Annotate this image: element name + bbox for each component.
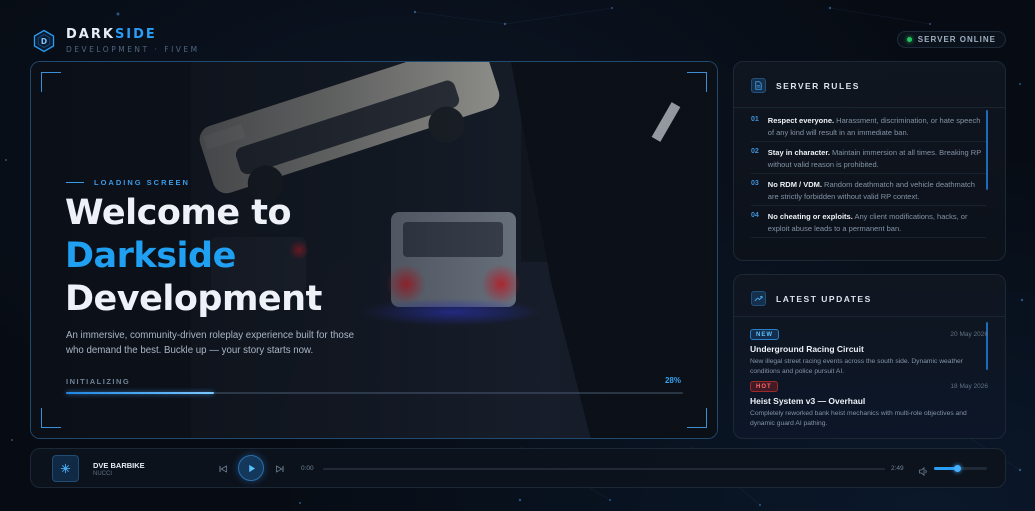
- loading-progress-fill: [66, 392, 215, 394]
- rule-item: 03 No RDM / VDM. Random deathmatch and v…: [751, 180, 975, 201]
- hero-description: An immersive, community-driven roleplay …: [66, 330, 355, 356]
- corner-bracket: [687, 72, 707, 92]
- brand-subtitle: DEVELOPMENT · FIVEM: [66, 45, 200, 54]
- brand-name: DARKSIDE: [66, 27, 157, 42]
- corner-bracket: [41, 408, 61, 428]
- logo-hexagon-icon: D: [33, 29, 55, 52]
- rule-item: 01 Respect everyone. Harassment, discrim…: [751, 116, 981, 137]
- music-player: DVE BARBIKE NUCCI 0:00 2:49: [30, 448, 1006, 488]
- skip-back-icon: [219, 464, 227, 473]
- loading-progress-bar: [66, 392, 683, 394]
- latest-updates-title: LATEST UPDATES: [776, 293, 872, 304]
- corner-bracket: [41, 72, 61, 92]
- sparkle-icon: [60, 463, 71, 474]
- volume-knob[interactable]: [953, 465, 961, 472]
- skip-forward-icon: [275, 464, 283, 473]
- rules-scrollbar[interactable]: [986, 110, 988, 190]
- update-item[interactable]: HOT 18 May 2026 Heist System v3 — Overha…: [750, 381, 988, 429]
- rule-item: 02 Stay in character. Maintain immersion…: [751, 148, 982, 169]
- seek-bar[interactable]: [323, 468, 885, 470]
- server-rules-panel: SERVER RULES 01 Respect everyone. Harass…: [733, 61, 1006, 261]
- hero-eyebrow: LOADING SCREEN: [66, 178, 190, 187]
- album-art: [52, 455, 79, 482]
- update-date: 20 May 2026: [950, 331, 988, 338]
- hero-panel: LOADING SCREEN Welcome to Darkside Devel…: [30, 61, 718, 439]
- progress-label: INITIALIZING: [66, 377, 131, 386]
- current-time: 0:00: [301, 465, 314, 472]
- rule-item: 04 No cheating or exploits. Any client m…: [751, 212, 968, 233]
- total-time: 2:49: [891, 465, 904, 472]
- volume-icon[interactable]: [919, 463, 929, 481]
- status-dot-icon: [906, 37, 912, 42]
- previous-track-button[interactable]: [217, 463, 228, 474]
- update-description: New illegal street racing events across …: [750, 358, 963, 375]
- update-description: Completely reworked bank heist mechanics…: [750, 410, 967, 427]
- trending-up-icon: [751, 291, 766, 306]
- volume-slider[interactable]: [934, 465, 987, 472]
- server-rules-title: SERVER RULES: [776, 80, 860, 91]
- server-status-badge: SERVER ONLINE: [896, 31, 1006, 48]
- update-item[interactable]: NEW 20 May 2026 Underground Racing Circu…: [750, 329, 988, 377]
- progress-percent: 28%: [664, 376, 681, 385]
- new-badge: NEW: [750, 329, 779, 340]
- latest-updates-panel: LATEST UPDATES NEW 20 May 2026 Undergrou…: [733, 274, 1006, 439]
- update-date: 18 May 2026: [950, 383, 988, 390]
- track-title: DVE BARBIKE: [93, 461, 145, 470]
- next-track-button[interactable]: [274, 463, 285, 474]
- play-icon: [248, 464, 255, 472]
- track-artist: NUCCI: [93, 471, 112, 477]
- update-title: Heist System v3 — Overhaul: [750, 396, 866, 406]
- corner-bracket: [687, 408, 707, 428]
- update-title: Underground Racing Circuit: [750, 344, 864, 354]
- document-icon: [751, 78, 766, 93]
- hero-title: Welcome to Darkside Development: [65, 193, 322, 319]
- brand: D DARKSIDE DEVELOPMENT · FIVEM: [32, 27, 200, 54]
- volume-fill: [934, 465, 961, 472]
- hot-badge: HOT: [750, 381, 778, 392]
- play-button[interactable]: [238, 455, 264, 481]
- logo-letter: D: [41, 37, 47, 46]
- server-status-label: SERVER ONLINE: [917, 35, 996, 44]
